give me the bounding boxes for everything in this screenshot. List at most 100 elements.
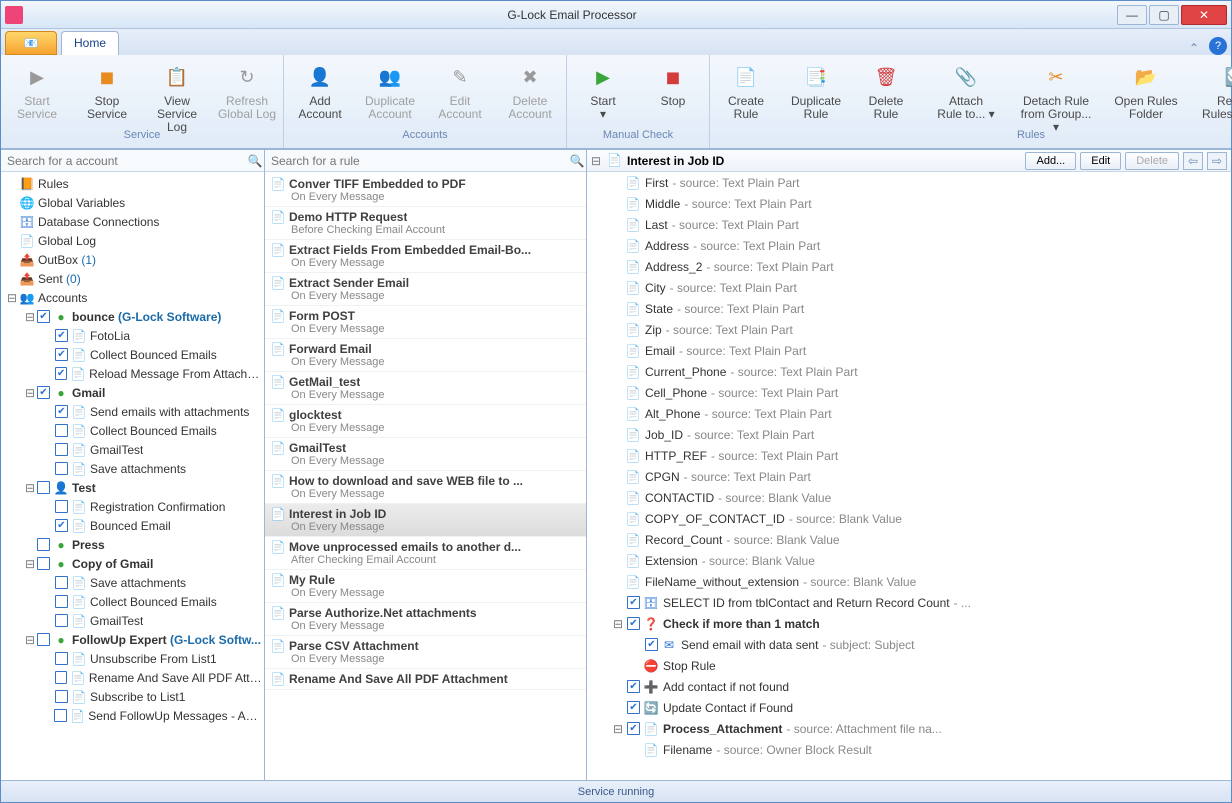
field-row[interactable]: 📄Last - source: Text Plain Part (587, 214, 1231, 235)
tree-item[interactable]: 📄Unsubscribe From List1 (1, 649, 264, 668)
search-rule-input[interactable] (265, 154, 568, 168)
tree-item[interactable]: 📄GmailTest (1, 611, 264, 630)
field-row[interactable]: 📄Middle - source: Text Plain Part (587, 193, 1231, 214)
checkbox-icon[interactable] (55, 576, 68, 589)
tree-twisty-icon[interactable]: ⊟ (23, 481, 37, 495)
field-row[interactable]: 📄Address - source: Text Plain Part (587, 235, 1231, 256)
checkbox-icon[interactable]: ✔ (627, 617, 640, 630)
checkbox-icon[interactable] (55, 671, 68, 684)
tree-item[interactable]: 🌐Global Variables (1, 193, 264, 212)
tree-twisty-icon[interactable]: ⊟ (23, 557, 37, 571)
rule-item[interactable]: 📄Demo HTTP RequestBefore Checking Email … (265, 207, 586, 240)
field-row[interactable]: 📄Cell_Phone - source: Text Plain Part (587, 382, 1231, 403)
accounts-tree[interactable]: 📙Rules🌐Global Variables🗄Database Connect… (1, 172, 264, 780)
app-menu-button[interactable]: 📧 (5, 31, 57, 55)
tab-home[interactable]: Home (61, 31, 119, 55)
manual-stop-button[interactable]: ◼Stop (643, 57, 703, 108)
search-icon[interactable]: 🔍 (246, 152, 264, 170)
checkbox-icon[interactable]: ✔ (55, 348, 68, 361)
nav-fwd-icon[interactable]: ⇨ (1207, 152, 1227, 170)
tree-item[interactable]: ⊟👥Accounts (1, 288, 264, 307)
ribbon-collapse-icon[interactable]: ⌃ (1189, 41, 1199, 55)
rule-item[interactable]: 📄Extract Sender EmailOn Every Message (265, 273, 586, 306)
tree-item[interactable]: 📄Global Log (1, 231, 264, 250)
tree-item[interactable]: ✔📄Send emails with attachments (1, 402, 264, 421)
checkbox-icon[interactable] (55, 595, 68, 608)
start-service-button[interactable]: ▶Start Service (7, 57, 67, 121)
field-row[interactable]: 📄City - source: Text Plain Part (587, 277, 1231, 298)
tree-item[interactable]: 📄Rename And Save All PDF Attach (1, 668, 264, 687)
checkbox-icon[interactable]: ✔ (55, 329, 68, 342)
tree-twisty-icon[interactable]: ⊟ (23, 386, 37, 400)
field-row[interactable]: 📄First - source: Text Plain Part (587, 172, 1231, 193)
field-row[interactable]: 📄Current_Phone - source: Text Plain Part (587, 361, 1231, 382)
checkbox-icon[interactable]: ✔ (37, 386, 50, 399)
edit-account-button[interactable]: ✎Edit Account (430, 57, 490, 121)
checkbox-icon[interactable]: ✔ (55, 405, 68, 418)
tree-twisty-icon[interactable]: ⊟ (23, 310, 37, 324)
checkbox-icon[interactable]: ✔ (645, 638, 658, 651)
field-row[interactable]: 📄CONTACTID - source: Blank Value (587, 487, 1231, 508)
checkbox-icon[interactable] (55, 462, 68, 475)
field-list[interactable]: 📄First - source: Text Plain Part📄Middle … (587, 172, 1231, 780)
field-row[interactable]: 📄State - source: Text Plain Part (587, 298, 1231, 319)
delete-rule-button[interactable]: 🗑Delete Rule (856, 57, 916, 121)
rules-list[interactable]: 📄Conver TIFF Embedded to PDFOn Every Mes… (265, 172, 586, 780)
edit-field-button[interactable]: Edit (1080, 152, 1121, 170)
help-icon[interactable]: ? (1209, 37, 1227, 55)
field-row[interactable]: 📄Record_Count - source: Blank Value (587, 529, 1231, 550)
checkbox-icon[interactable]: ✔ (627, 596, 640, 609)
field-row[interactable]: 📄Email - source: Text Plain Part (587, 340, 1231, 361)
tree-twisty-icon[interactable]: ⊟ (5, 291, 19, 305)
checkbox-icon[interactable] (37, 633, 50, 646)
maximize-button[interactable]: ▢ (1149, 5, 1179, 25)
open-rules-folder-button[interactable]: 📂Open Rules Folder (1106, 57, 1186, 121)
search-account-input[interactable] (1, 154, 246, 168)
checkbox-icon[interactable] (55, 690, 68, 703)
expand-icon[interactable]: ⊟ (591, 154, 603, 168)
tree-item[interactable]: 📄GmailTest (1, 440, 264, 459)
checkbox-icon[interactable] (55, 443, 68, 456)
search-icon[interactable]: 🔍 (568, 152, 586, 170)
checkbox-icon[interactable] (37, 481, 50, 494)
checkbox-icon[interactable]: ✔ (627, 701, 640, 714)
tree-item[interactable]: ✔📄Reload Message From Attachmer (1, 364, 264, 383)
tree-item[interactable]: ✔📄Collect Bounced Emails (1, 345, 264, 364)
field-row[interactable]: 📄Extension - source: Blank Value (587, 550, 1231, 571)
tree-twisty-icon[interactable]: ⊟ (611, 722, 625, 736)
detach-rule-button[interactable]: ✂Detach Rule from Group... ▾ (1016, 57, 1096, 134)
close-button[interactable]: ✕ (1181, 5, 1227, 25)
field-row[interactable]: ⊟✔📄Process_Attachment - source: Attachme… (587, 718, 1231, 739)
checkbox-icon[interactable] (54, 709, 67, 722)
view-service-log-button[interactable]: 📋View Service Log (147, 57, 207, 134)
tree-item[interactable]: ●Press (1, 535, 264, 554)
tree-item[interactable]: ✔📄Bounced Email (1, 516, 264, 535)
field-row[interactable]: 📄Alt_Phone - source: Text Plain Part (587, 403, 1231, 424)
nav-back-icon[interactable]: ⇦ (1183, 152, 1203, 170)
delete-field-button[interactable]: Delete (1125, 152, 1179, 170)
field-row[interactable]: 📄Address_2 - source: Text Plain Part (587, 256, 1231, 277)
tree-item[interactable]: ⊟✔●bounce (G-Lock Software) (1, 307, 264, 326)
field-row[interactable]: ⊟✔❓Check if more than 1 match (587, 613, 1231, 634)
tree-item[interactable]: 📤OutBox (1) (1, 250, 264, 269)
field-row[interactable]: 📄FileName_without_extension - source: Bl… (587, 571, 1231, 592)
stop-service-button[interactable]: ◼Stop Service (77, 57, 137, 121)
tree-item[interactable]: 📄Save attachments (1, 459, 264, 478)
rule-item[interactable]: 📄Conver TIFF Embedded to PDFOn Every Mes… (265, 174, 586, 207)
field-row[interactable]: ✔➕Add contact if not found (587, 676, 1231, 697)
tree-item[interactable]: 📙Rules (1, 174, 264, 193)
checkbox-icon[interactable]: ✔ (55, 519, 68, 532)
rule-item[interactable]: 📄How to download and save WEB file to ..… (265, 471, 586, 504)
tree-item[interactable]: ⊟👤Test (1, 478, 264, 497)
rule-item[interactable]: 📄Rename And Save All PDF Attachment (265, 669, 586, 690)
add-account-button[interactable]: 👤Add Account (290, 57, 350, 121)
tree-twisty-icon[interactable]: ⊟ (611, 617, 625, 631)
minimize-button[interactable]: — (1117, 5, 1147, 25)
rule-item[interactable]: 📄Parse Authorize.Net attachmentsOn Every… (265, 603, 586, 636)
field-row[interactable]: 📄Job_ID - source: Text Plain Part (587, 424, 1231, 445)
rule-item[interactable]: 📄My RuleOn Every Message (265, 570, 586, 603)
tree-item[interactable]: 📄Collect Bounced Emails (1, 592, 264, 611)
tree-item[interactable]: 📄Subscribe to List1 (1, 687, 264, 706)
reload-rules-folder-button[interactable]: 🔄Reload Rules Folder (1196, 57, 1232, 121)
checkbox-icon[interactable]: ✔ (627, 680, 640, 693)
